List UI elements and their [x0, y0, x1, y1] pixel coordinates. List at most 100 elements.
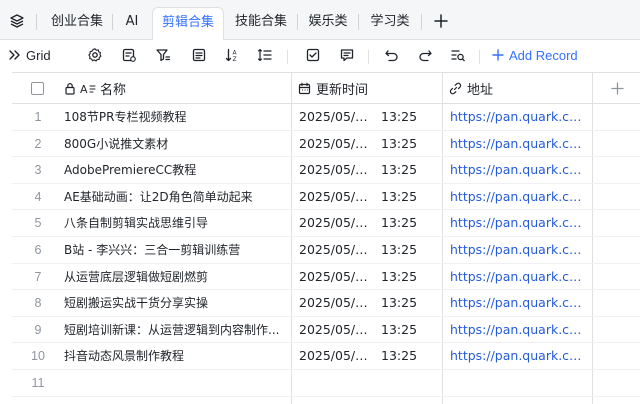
- tab-jineng[interactable]: 技能合集: [228, 8, 294, 36]
- cell-link[interactable]: https://pan.quark.cn/s/...: [450, 317, 586, 343]
- column-header-link[interactable]: 地址: [449, 73, 589, 104]
- undo-icon[interactable]: [382, 44, 402, 66]
- cell-date-text: 2025/05/10: [299, 348, 369, 364]
- column-header-name[interactable]: A 名称: [64, 73, 290, 104]
- cell-date-text: 2025/05/10: [299, 242, 369, 257]
- row-number: 11: [12, 370, 64, 396]
- cell-link[interactable]: https://pan.quark.cn/s/...: [450, 290, 586, 316]
- cell-date-text: 2025/05/10: [299, 135, 369, 151]
- cell-link[interactable]: https://pan.quark.cn/s/...: [450, 157, 586, 183]
- filter-icon[interactable]: [153, 44, 173, 66]
- cell-link-text: https://pan.quark.cn/s/...: [450, 295, 586, 311]
- cell-name: 从运营底层逻辑做短剧燃剪: [64, 264, 290, 290]
- toolbar-divider: [287, 50, 288, 64]
- table-row[interactable]: 4 AE基础动画：让2D角色简单动起来 2025/05/10 13:25 https:/…: [12, 184, 640, 211]
- comment-icon[interactable]: [337, 44, 357, 66]
- row-number-text: 2: [34, 136, 42, 151]
- tab-jianji[interactable]: 剪辑合集: [152, 7, 224, 41]
- row-number: 7: [12, 264, 64, 290]
- cell-date: 2025/05/10: [299, 104, 369, 130]
- sort-icon[interactable]: AZ: [222, 44, 242, 66]
- svg-text:A: A: [80, 83, 88, 95]
- add-record-button[interactable]: Add Record: [492, 44, 582, 66]
- tab-xuexi[interactable]: 学习类: [362, 8, 418, 36]
- tab-yule[interactable]: 娱乐类: [300, 8, 356, 36]
- cell-time-text: 13:25: [381, 188, 418, 204]
- cell-link-text: https://pan.quark.cn/s/...: [450, 242, 586, 257]
- table-row[interactable]: 10 抖音动态风景制作教程 2025/05/10 13:25 https://pan.q…: [12, 343, 640, 370]
- cell-time-text: 13:25: [381, 215, 418, 231]
- settings-icon[interactable]: [85, 44, 105, 66]
- cell-date: 2025/05/10: [299, 184, 369, 210]
- cell-time-text: 13:25: [381, 268, 418, 284]
- view-switcher[interactable]: Grid: [8, 44, 56, 66]
- tab-ai[interactable]: AI: [114, 8, 150, 36]
- row-number: 1: [12, 104, 64, 130]
- cell-time: 13:25: [381, 290, 441, 316]
- cell-date-text: 2025/05/10: [299, 215, 369, 231]
- row-number: 6: [12, 237, 64, 263]
- cell-time: 13:25: [381, 237, 441, 263]
- cell-link-text: https://pan.quark.cn/s/...: [450, 321, 586, 337]
- table-row[interactable]: 11: [12, 370, 640, 397]
- row-number: 9: [12, 317, 64, 343]
- link-icon: [449, 82, 462, 95]
- cell-name-text: 短剧搬运实战干货分享实操: [64, 296, 209, 311]
- table-row[interactable]: 7 从运营底层逻辑做短剧燃剪 2025/05/10 13:25 https://pan.…: [12, 264, 640, 291]
- cell-link-text: https://pan.quark.cn/s/...: [450, 109, 586, 124]
- cell-time-text: 13:25: [381, 109, 418, 124]
- cell-date: 2025/05/10: [299, 317, 369, 343]
- cell-time-text: 13:25: [381, 295, 418, 311]
- cell-date-text: 2025/05/10: [299, 188, 369, 204]
- cell-date-text: 2025/05/10: [299, 162, 369, 178]
- table-row[interactable]: 2 800G小说推文素材 2025/05/10 13:25 https://pan.qu…: [12, 131, 640, 158]
- cell-date: 2025/05/10: [299, 237, 369, 263]
- cell-date: 2025/05/10: [299, 264, 369, 290]
- cell-link[interactable]: https://pan.quark.cn/s/...: [450, 104, 586, 130]
- table-row[interactable]: 3 AdobePremiereCC教程 2025/05/10 13:25 https:/…: [12, 157, 640, 184]
- add-tab-icon[interactable]: [428, 8, 454, 34]
- table-row[interactable]: 6 B站 - 李兴兴：三合一剪辑训练营 2025/05/10 13:25 https:/…: [12, 237, 640, 264]
- cell-link-text: https://pan.quark.cn/s/...: [450, 215, 586, 231]
- tab-divider: [36, 14, 37, 30]
- cell-link[interactable]: https://pan.quark.cn/s/...: [450, 184, 586, 210]
- cell-date: 2025/05/10: [299, 157, 369, 183]
- table-row[interactable]: 8 短剧搬运实战干货分享实操 2025/05/10 13:25 https://pan.…: [12, 290, 640, 317]
- cell-link[interactable]: https://pan.quark.cn/s/...: [450, 264, 586, 290]
- calendar-icon: [298, 82, 311, 95]
- cell-link[interactable]: https://pan.quark.cn/s/...: [450, 237, 586, 263]
- cell-link[interactable]: https://pan.quark.cn/s/...: [450, 343, 586, 369]
- column-header-updated[interactable]: 更新时间: [298, 73, 448, 104]
- cell-time: 13:25: [381, 343, 441, 369]
- cell-name-text: AE基础动画：让2D角色简单动起来: [64, 189, 253, 204]
- layers-icon[interactable]: [4, 8, 30, 34]
- cell-link[interactable]: https://pan.quark.cn/s/...: [450, 210, 586, 236]
- lock-icon: [65, 83, 75, 95]
- tab-chuangye[interactable]: 创业合集: [44, 8, 110, 36]
- redo-icon[interactable]: [415, 44, 435, 66]
- checklist-icon[interactable]: [303, 44, 323, 66]
- cell-time: [381, 370, 441, 396]
- cell-link[interactable]: [450, 370, 586, 396]
- group-icon[interactable]: [189, 44, 209, 66]
- cell-date: [299, 370, 369, 396]
- field-config-icon[interactable]: [119, 44, 139, 66]
- search-icon[interactable]: [448, 44, 468, 66]
- add-column-icon[interactable]: [594, 73, 640, 104]
- cell-time: 13:25: [381, 264, 441, 290]
- column-label-name: 名称: [100, 83, 127, 98]
- cell-link-text: https://pan.quark.cn/s/...: [450, 135, 586, 151]
- cell-name: AdobePremiereCC教程: [64, 157, 290, 183]
- cell-link-text: https://pan.quark.cn/s/...: [450, 348, 586, 364]
- row-number: 5: [12, 210, 64, 236]
- cell-name-text: 从运营底层逻辑做短剧燃剪: [64, 269, 209, 284]
- tab-divider: [358, 14, 359, 30]
- table-row[interactable]: 5 八条自制剪辑实战思维引导 2025/05/10 13:25 https://pan.…: [12, 210, 640, 237]
- cell-name-text: 108节PR专栏视频教程: [64, 110, 187, 124]
- row-height-icon[interactable]: [255, 44, 275, 66]
- table-row[interactable]: 9 短剧培训新课：从运营逻辑到内容制作... 2025/05/10 13:25 http…: [12, 317, 640, 344]
- cell-link[interactable]: https://pan.quark.cn/s/...: [450, 131, 586, 157]
- table-row[interactable]: 1 108节PR专栏视频教程 2025/05/10 13:25 https://pan.…: [12, 104, 640, 131]
- add-record-label: Add Record: [509, 47, 578, 63]
- select-all-checkbox[interactable]: [31, 73, 44, 104]
